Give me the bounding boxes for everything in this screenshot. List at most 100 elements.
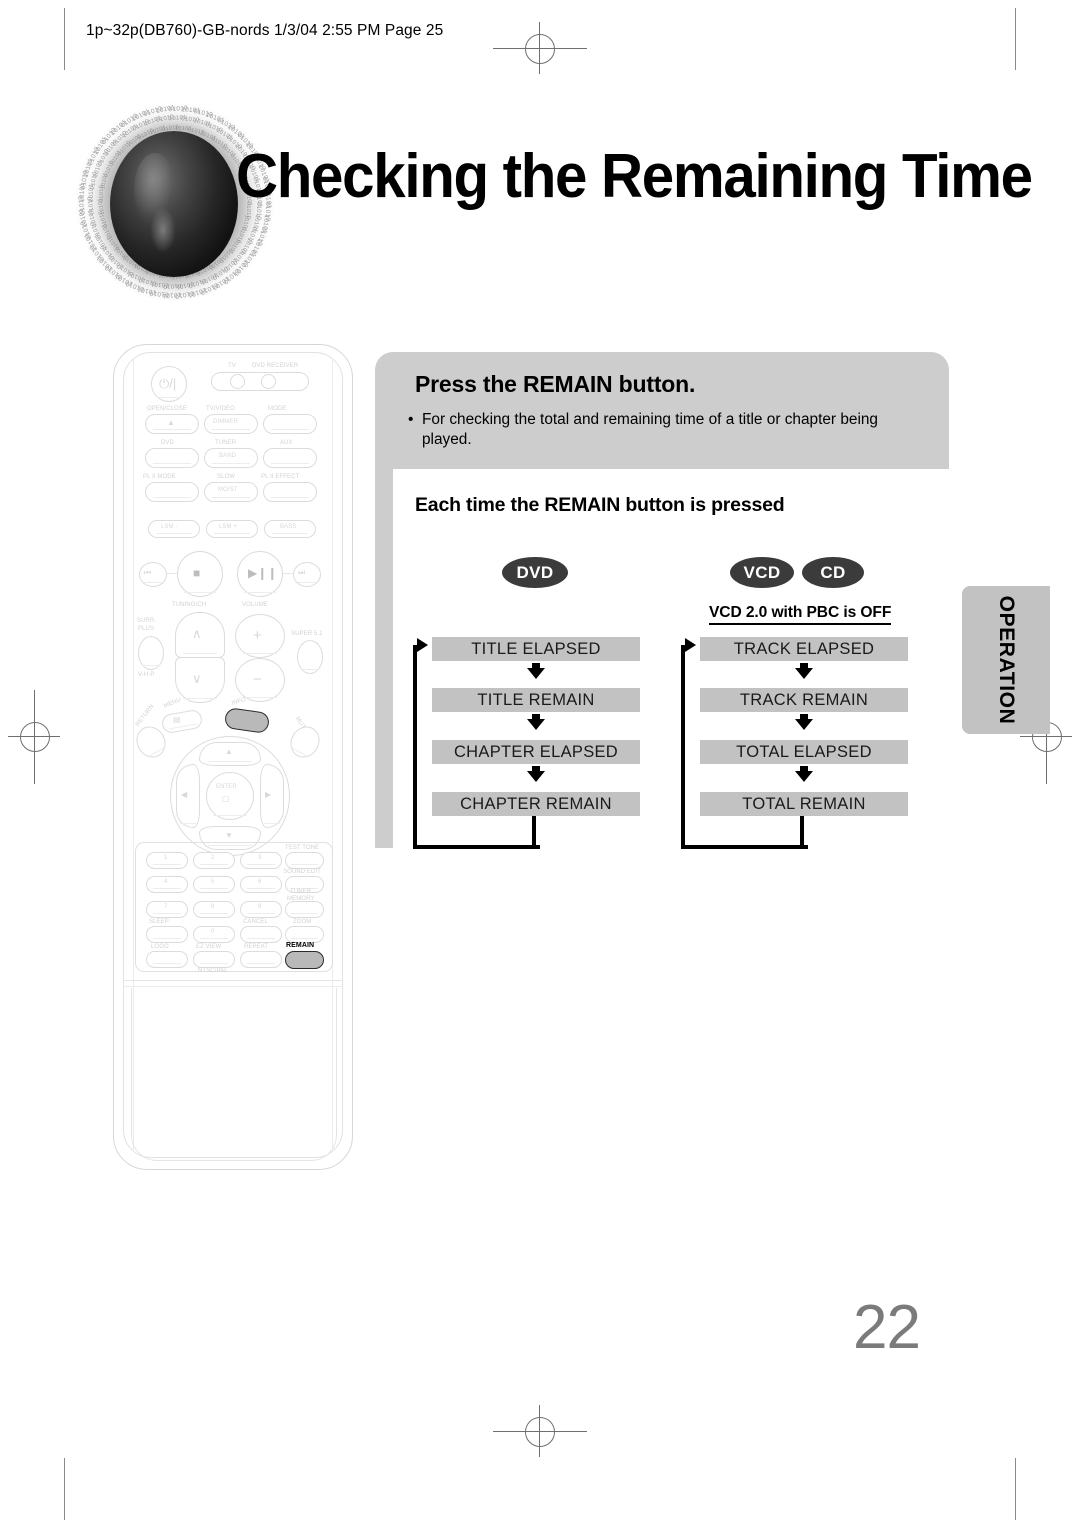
battery-divider-top — [123, 980, 343, 981]
media-badge-cd: CD — [802, 557, 864, 588]
logo-label: LOGO — [151, 944, 169, 950]
key-4-label: 4 — [164, 879, 168, 885]
bass-label: BASS — [280, 524, 297, 530]
super51-label: SUPER 5.1 — [291, 631, 323, 637]
dpad-right-button[interactable] — [260, 764, 284, 828]
surr-plus-label2: PLUS — [138, 626, 155, 632]
key-2-label: 2 — [211, 855, 215, 861]
slow-label: SLOW — [217, 474, 236, 480]
plus-icon: + — [253, 627, 262, 644]
pl2-effect-label: PL II EFFECT — [261, 474, 300, 480]
next-icon: ⏭ — [298, 568, 306, 577]
dpad-right-icon: ▶ — [265, 790, 272, 799]
previous-icon: ⏮ — [144, 568, 152, 577]
dpad-left-button[interactable] — [176, 764, 200, 828]
remain-button[interactable] — [285, 951, 324, 969]
open-close-label: OPEN/CLOSE — [147, 406, 188, 412]
mode-label: MODE — [268, 406, 287, 412]
flow-loop-dvd-arrowhead — [417, 638, 428, 652]
dpad-up-icon: ▲ — [225, 747, 233, 756]
pbc-note: VCD 2.0 with PBC is OFF — [709, 604, 891, 625]
pl2-mode-label: PL II MODE — [143, 474, 176, 480]
key-7-label: 7 — [164, 904, 168, 910]
operation-side-tab: OPERATION — [962, 586, 1050, 734]
battery-divider-top2 — [123, 986, 343, 987]
volume-label: VOLUME — [242, 602, 268, 608]
instruction-heading: Press the REMAIN button. — [415, 371, 696, 397]
sleep-label: SLEEP — [149, 919, 169, 925]
stop-icon: ■ — [193, 566, 201, 580]
super51-button[interactable] — [297, 640, 323, 674]
enter-icon: ▢ — [222, 794, 230, 803]
menu-icon: ▤ — [173, 715, 181, 724]
tuner-memory-label: TUNER — [290, 889, 312, 895]
media-badge-dvd: DVD — [502, 557, 568, 588]
key-6-label: 6 — [258, 879, 262, 885]
sub-heading: Each time the REMAIN button is pressed — [415, 494, 785, 516]
pl2-effect-button[interactable] — [263, 482, 317, 502]
device-selector-dvd-receiver[interactable] — [261, 374, 276, 389]
surr-plus-label: SURR. — [137, 618, 157, 624]
dvd-source-button[interactable] — [145, 448, 199, 468]
key-9-label: 9 — [258, 904, 262, 910]
tuning-ch-label: TUNING/CH — [172, 602, 207, 608]
tv-label: TV — [228, 363, 236, 369]
key-0-label: 0 — [211, 929, 215, 935]
zoom-button[interactable] — [285, 926, 324, 943]
most-label: MO/ST — [218, 487, 238, 493]
dvd-source-label: DVD — [161, 440, 174, 446]
flow-loop-vcd-arrowhead — [685, 638, 696, 652]
dvd-receiver-label: DVD RECEIVER — [252, 363, 299, 369]
trim-line-bottom-right — [1015, 1458, 1016, 1520]
flow-loop-vcd — [681, 645, 808, 849]
eject-icon: ▲ — [167, 418, 175, 427]
flow-loop-dvd-return — [532, 816, 536, 845]
pl2-mode-button[interactable] — [145, 482, 199, 502]
chevron-down-icon: ∨ — [192, 671, 202, 686]
registration-mark-bottom — [493, 1405, 587, 1457]
panel-left-strip — [375, 469, 393, 848]
remain-label: REMAIN — [286, 942, 315, 949]
sound-edit-label: SOUND EDIT — [283, 869, 322, 875]
operation-side-tab-label: OPERATION — [995, 595, 1018, 725]
lsm-minus-label: LSM - — [161, 524, 178, 530]
tuner-memory-button[interactable] — [285, 901, 324, 918]
tv-video-label: TV/VIDEO — [206, 406, 235, 412]
device-selector-tv[interactable] — [230, 374, 245, 389]
chevron-up-icon: ∧ — [192, 626, 202, 641]
key-3-label: 3 — [258, 855, 262, 861]
cancel-button[interactable] — [240, 926, 282, 943]
enter-button[interactable] — [206, 772, 254, 820]
ez-view-label: EZ VIEW — [196, 944, 222, 950]
flow-loop-dvd — [413, 645, 540, 849]
device-selector-track[interactable] — [211, 372, 309, 391]
dimmer-label: DIMMER — [213, 419, 238, 425]
page-title: Checking the Remaining Time — [236, 142, 1033, 211]
vhp-label: V-H·P — [138, 672, 155, 678]
flow-loop-vcd-return — [800, 816, 804, 845]
page-number: 22 — [853, 1293, 921, 1362]
key-5-label: 5 — [211, 879, 215, 885]
ez-view-button[interactable] — [193, 951, 235, 968]
aux-button[interactable] — [263, 448, 317, 468]
registration-mark-top — [493, 22, 587, 74]
dpad-down-icon: ▼ — [225, 831, 233, 840]
lsm-plus-label: LSM + — [219, 524, 238, 530]
dpad-left-icon: ◀ — [181, 790, 188, 799]
sleep-button[interactable] — [146, 926, 188, 943]
logo-button[interactable] — [146, 951, 188, 968]
test-tone-button[interactable] — [285, 852, 324, 869]
trim-line-bottom-left — [64, 1458, 65, 1520]
repeat-button[interactable] — [240, 951, 282, 968]
test-tone-label: TEST TONE — [285, 845, 320, 851]
surround-plus-button[interactable] — [138, 636, 164, 670]
enter-label: ENTER — [216, 784, 237, 790]
band-label: BAND — [219, 453, 237, 459]
ntsc-pal-label: NTSC/PAL — [198, 968, 228, 974]
mode-button[interactable] — [263, 414, 317, 434]
repeat-label: REPEAT — [244, 944, 269, 950]
file-header-text: 1p~32p(DB760)-GB-nords 1/3/04 2:55 PM Pa… — [86, 22, 444, 39]
trim-line-top-right — [1015, 8, 1016, 70]
bullet-icon: • — [408, 411, 414, 428]
power-icon: ⏻/| — [159, 376, 177, 391]
